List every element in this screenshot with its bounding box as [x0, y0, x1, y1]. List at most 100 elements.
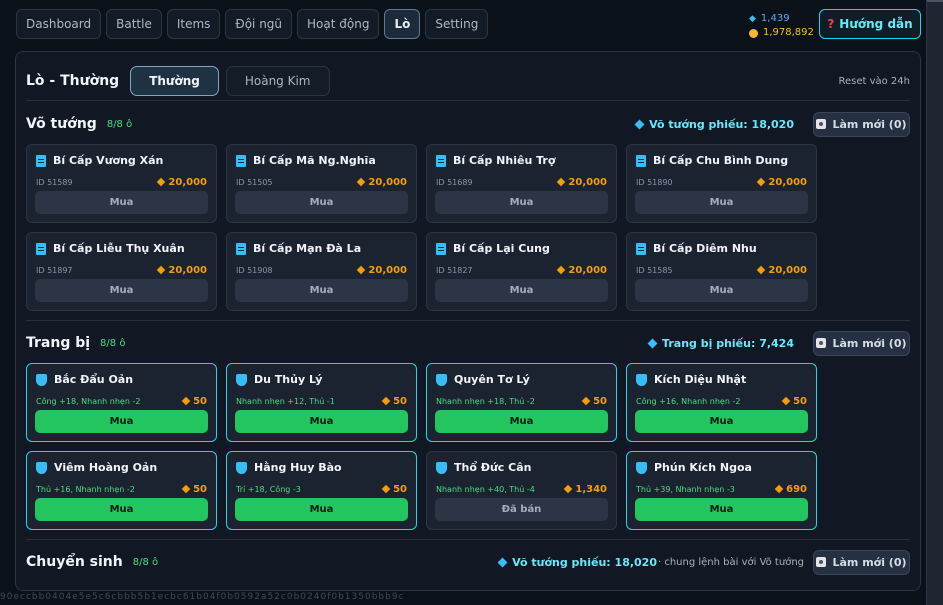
card-name: Bí Cấp Mã Ng.Nghĩa [253, 154, 376, 167]
buy-button[interactable]: Mua [235, 191, 408, 214]
card-name: Viêm Hoàng Oản [54, 461, 158, 474]
nav-activity[interactable]: Hoạt động [297, 9, 380, 39]
help-button[interactable]: ? Hướng dẫn [819, 9, 921, 39]
hero-card: Bí Cấp Mã Ng.Nghĩa ID 51505 20,000 Mua [226, 144, 417, 223]
card-price: 20,000 [557, 265, 607, 276]
scroll-icon [36, 154, 46, 167]
shield-icon [36, 461, 47, 474]
rebirth-refresh-label: Làm mới (0) [832, 555, 907, 569]
card-stats: Nhanh nhẹn +12, Thủ -1 [236, 396, 335, 406]
gear-card: Kích Diệu Nhật Công +16, Nhanh nhẹn -2 50… [626, 363, 817, 442]
card-name: Quyên Tơ Lý [454, 373, 530, 386]
gear-slot-count: 8/8 ô [100, 337, 126, 349]
buy-button[interactable]: Mua [635, 279, 808, 302]
card-id: ID 51827 [436, 265, 473, 275]
hero-refresh-button[interactable]: Làm mới (0) [813, 111, 910, 137]
price-icon [181, 396, 191, 406]
card-id: ID 51505 [236, 177, 273, 187]
price-icon [381, 484, 391, 494]
card-id: ID 51585 [636, 265, 673, 275]
buy-button[interactable]: Mua [235, 498, 408, 521]
price-value: 20,000 [768, 264, 807, 276]
rebirth-refresh-button[interactable]: Làm mới (0) [813, 549, 910, 575]
price-icon [557, 177, 566, 187]
buy-button[interactable]: Mua [635, 498, 808, 521]
card-stats: Nhanh nhẹn +40, Thủ -4 [436, 484, 535, 494]
nav-team[interactable]: Đội ngũ [225, 9, 293, 39]
window-edge [926, 0, 943, 605]
price-icon [157, 177, 166, 187]
currency-display: ◆ 1,439 1,978,892 [749, 12, 814, 40]
gear-card: Quyên Tơ Lý Nhanh nhẹn +18, Thủ -2 50 Mua [426, 363, 617, 442]
card-price: 20,000 [357, 177, 407, 188]
buy-button[interactable]: Mua [635, 410, 808, 433]
card-price: 690 [774, 484, 807, 495]
price-icon [157, 265, 166, 275]
gold-count: 1,978,892 [763, 27, 814, 38]
coin-icon [749, 28, 758, 38]
card-name: Bí Cấp Nhiêu Trợ [453, 154, 556, 167]
card-name: Hằng Huy Bào [254, 461, 342, 474]
shield-icon [636, 461, 647, 474]
buy-button[interactable]: Mua [635, 191, 808, 214]
rebirth-voucher-text: Võ tướng phiếu: 18,020 [512, 555, 657, 569]
buy-button[interactable]: Mua [235, 279, 408, 302]
hero-card: Bí Cấp Mạn Đà La ID 51908 20,000 Mua [226, 232, 417, 311]
price-icon [757, 177, 766, 187]
card-name: Kích Diệu Nhật [654, 373, 747, 386]
price-value: 1,340 [575, 483, 607, 495]
gear-refresh-button[interactable]: Làm mới (0) [813, 330, 910, 356]
gear-card: Hằng Huy Bào Trí +18, Công -3 50 Mua [226, 451, 417, 530]
rebirth-hint: · chung lệnh bài với Võ tướng [657, 556, 804, 568]
buy-button[interactable]: Mua [35, 279, 208, 302]
nav-battle[interactable]: Battle [106, 9, 162, 39]
nav-dashboard[interactable]: Dashboard [16, 9, 102, 39]
gear-card: Viêm Hoàng Oản Thủ +16, Nhanh nhẹn -2 50 … [26, 451, 217, 530]
reset-timer: Reset vào 24h [838, 75, 910, 87]
heroes-title: Võ tướng [26, 116, 97, 132]
divider [26, 100, 910, 101]
buy-button[interactable]: Mua [435, 410, 608, 433]
hero-voucher-text: Võ tướng phiếu: 18,020 [649, 117, 794, 131]
buy-button[interactable]: Mua [235, 410, 408, 433]
card-name: Bí Cấp Mạn Đà La [253, 242, 362, 255]
window-edge-highlight [927, 0, 943, 2]
buy-button[interactable]: Mua [35, 498, 208, 521]
shield-icon [636, 373, 647, 386]
gem-icon: ◆ [749, 14, 756, 24]
card-name: Bí Cấp Lại Cung [453, 242, 550, 255]
price-value: 20,000 [168, 176, 207, 188]
nav-forge[interactable]: Lò [384, 9, 421, 39]
gear-card: Du Thủy Lý Nhanh nhẹn +12, Thủ -1 50 Mua [226, 363, 417, 442]
card-price: 50 [181, 484, 207, 495]
buy-button[interactable]: Mua [435, 191, 608, 214]
buy-button[interactable]: Mua [435, 279, 608, 302]
buy-button[interactable]: Mua [35, 410, 208, 433]
question-icon: ? [827, 17, 835, 31]
tab-gold[interactable]: Hoàng Kim [225, 66, 330, 96]
card-price: 20,000 [157, 265, 207, 276]
price-icon [357, 265, 366, 275]
buy-button[interactable]: Mua [35, 191, 208, 214]
card-name: Du Thủy Lý [254, 373, 323, 386]
rebirth-header: Chuyển sinh 8/8 ô Võ tướng phiếu: 18,020… [26, 547, 910, 577]
shield-icon [436, 461, 447, 474]
hero-card: Bí Cấp Diêm Nhu ID 51585 20,000 Mua [626, 232, 817, 311]
gear-voucher-text: Trang bị phiếu: 7,424 [662, 336, 794, 350]
forge-panel: Lò - Thường Thường Hoàng Kim Reset vào 2… [15, 51, 921, 591]
hero-card: Bí Cấp Liễu Thụ Xuân ID 51897 20,000 Mua [26, 232, 217, 311]
price-icon [781, 396, 791, 406]
nav-items[interactable]: Items [166, 9, 221, 39]
card-stats: Trí +18, Công -3 [236, 484, 301, 494]
sold-label: Đã bán [435, 498, 608, 521]
card-name: Bí Cấp Chu Bình Dung [653, 154, 789, 167]
help-label: Hướng dẫn [839, 17, 913, 31]
price-icon [757, 265, 766, 275]
nav-setting[interactable]: Setting [425, 9, 489, 39]
rebirth-section: Chuyển sinh 8/8 ô Võ tướng phiếu: 18,020… [26, 547, 910, 577]
card-price: 20,000 [757, 264, 807, 276]
price-value: 50 [393, 483, 407, 495]
dice-icon [816, 338, 827, 348]
price-icon [181, 484, 191, 494]
tab-normal[interactable]: Thường [130, 66, 219, 96]
